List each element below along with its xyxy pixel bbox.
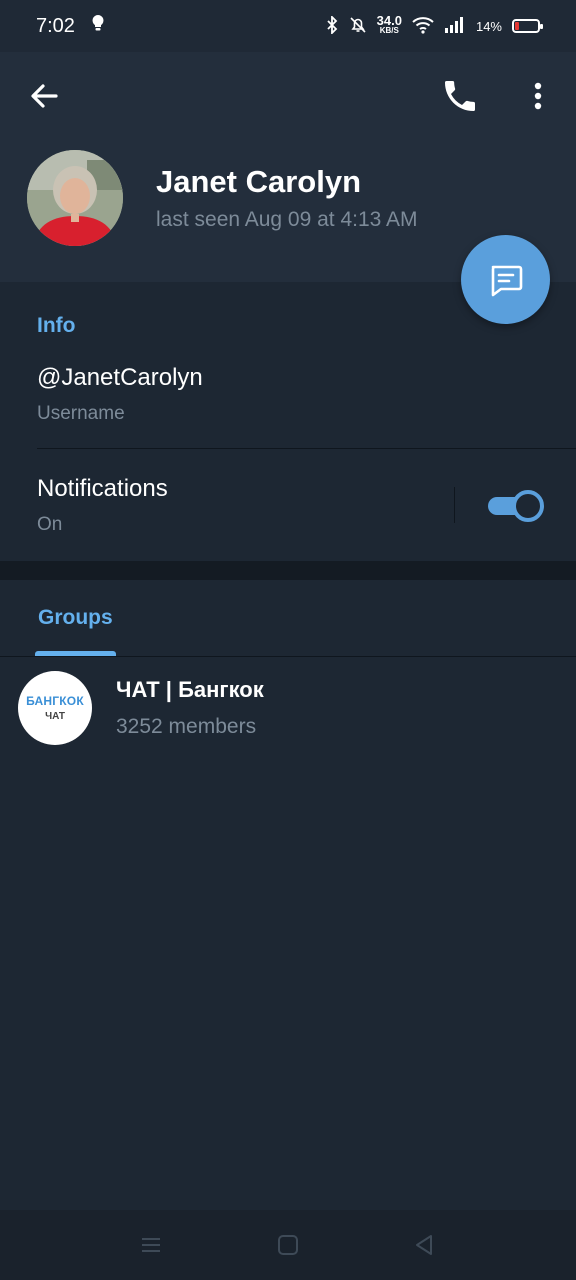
vertical-divider xyxy=(454,487,455,523)
notification-bulb-icon xyxy=(91,14,105,38)
username-label: Username xyxy=(37,403,125,424)
system-back-button[interactable] xyxy=(411,1232,437,1258)
wifi-icon xyxy=(412,16,434,37)
back-arrow-icon xyxy=(31,84,58,108)
group-avatar-line1: БАНГКОК xyxy=(26,694,84,708)
signal-icon xyxy=(444,16,466,36)
notifications-toggle[interactable] xyxy=(488,490,544,522)
call-button[interactable] xyxy=(440,76,480,116)
triangle-back-icon xyxy=(416,1235,432,1255)
group-avatar-line2: ЧАТ xyxy=(45,711,65,722)
profile-avatar[interactable] xyxy=(27,150,123,246)
status-bar: 7:02 34.0 KB/S 14% xyxy=(0,0,576,52)
tab-indicator xyxy=(35,651,116,656)
home-button[interactable] xyxy=(275,1232,301,1258)
section-separator xyxy=(0,561,576,580)
home-square-icon xyxy=(278,1235,298,1255)
network-speed: 34.0 KB/S xyxy=(376,13,402,35)
bluetooth-icon xyxy=(325,14,339,37)
last-seen-status: last seen Aug 09 at 4:13 AM xyxy=(156,208,418,231)
group-avatar: БАНГКОК ЧАТ xyxy=(18,671,92,745)
divider xyxy=(37,448,576,449)
notifications-status: On xyxy=(37,514,63,535)
info-section: Info @JanetCarolyn Username Notification… xyxy=(0,282,576,560)
info-title: Info xyxy=(37,314,76,337)
group-name: ЧАТ | Бангкок xyxy=(116,677,264,702)
message-icon xyxy=(491,265,522,296)
system-nav-bar xyxy=(0,1210,576,1280)
groups-tab-bar: Groups xyxy=(0,580,576,657)
profile-name: Janet Carolyn xyxy=(156,164,362,199)
status-time: 7:02 xyxy=(36,14,75,37)
more-options-button[interactable] xyxy=(524,76,552,116)
group-members-count: 3252 members xyxy=(116,715,257,738)
battery-icon xyxy=(512,19,543,33)
mute-bell-icon xyxy=(349,16,367,37)
username-value[interactable]: @JanetCarolyn xyxy=(37,364,203,392)
list-item[interactable]: БАНГКОК ЧАТ ЧАТ | Бангкок 3252 members xyxy=(0,658,576,758)
recents-button[interactable] xyxy=(138,1232,164,1258)
battery-percent: 14% xyxy=(475,18,502,34)
menu-lines-icon xyxy=(142,1238,160,1252)
back-button[interactable] xyxy=(26,78,62,114)
notifications-label[interactable]: Notifications xyxy=(37,475,168,503)
send-message-button[interactable] xyxy=(461,235,550,324)
phone-icon xyxy=(445,81,475,111)
tab-groups[interactable]: Groups xyxy=(38,606,113,630)
more-vertical-icon xyxy=(534,82,542,110)
